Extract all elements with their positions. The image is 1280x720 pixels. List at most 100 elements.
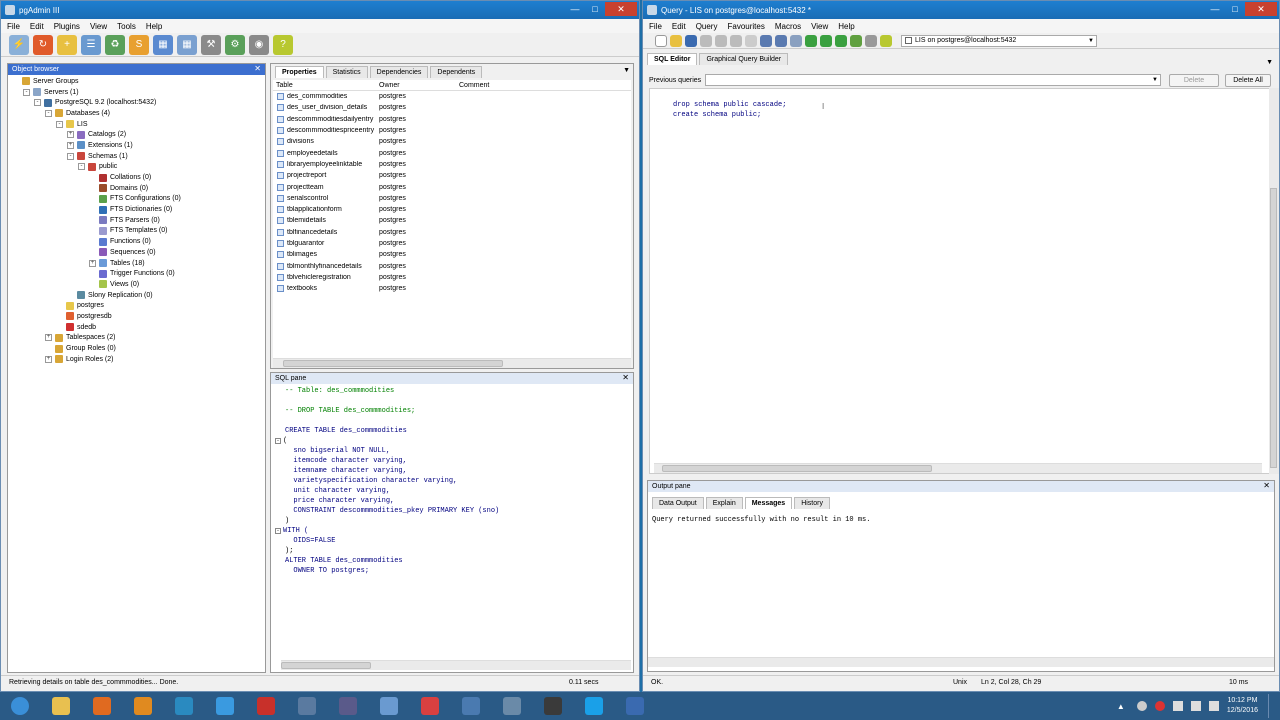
execute-to-file-icon[interactable] <box>835 34 847 47</box>
media-player-icon[interactable] <box>125 693 161 719</box>
editor-vscroll-thumb[interactable] <box>1270 188 1277 468</box>
tree-item[interactable]: Slony Replication (0) <box>12 290 265 301</box>
copy-icon[interactable] <box>715 34 727 47</box>
expand-icon[interactable]: + <box>45 355 52 363</box>
tree-item[interactable]: + Catalogs (2) <box>12 129 265 140</box>
tab-dependents[interactable]: Dependents <box>430 66 483 78</box>
tab-statistics[interactable]: Statistics <box>325 66 368 78</box>
table-row[interactable]: descommmoditiespriceentry postgres <box>273 125 631 136</box>
explain-icon[interactable] <box>850 34 862 47</box>
tree-item[interactable]: + Login Roles (2) <box>12 354 265 365</box>
skype-icon[interactable] <box>576 693 612 719</box>
menu-edit[interactable]: Edit <box>672 22 686 31</box>
collapse-icon[interactable]: - <box>34 99 41 107</box>
tree-item[interactable]: FTS Templates (0) <box>12 226 265 237</box>
redo-icon[interactable] <box>775 34 787 47</box>
cube-icon[interactable] <box>330 693 366 719</box>
tab-properties[interactable]: Properties <box>275 66 324 78</box>
tree-item[interactable]: Trigger Functions (0) <box>12 268 265 279</box>
tree-item[interactable]: postgresdb <box>12 311 265 322</box>
table-row[interactable]: des_user_division_details postgres <box>273 102 631 113</box>
find-icon[interactable] <box>790 34 802 47</box>
tree-item[interactable]: - public <box>12 162 265 173</box>
show-hidden-icon[interactable]: ▲ <box>1117 702 1125 711</box>
network-icon[interactable] <box>166 693 202 719</box>
filtered-data-icon[interactable]: ▦ <box>177 34 197 55</box>
new-file-icon[interactable] <box>655 34 667 47</box>
tree-item[interactable]: + Tablespaces (2) <box>12 333 265 344</box>
tree-item[interactable]: - PostgreSQL 9.2 (localhost:5432) <box>12 97 265 108</box>
tab-menu-arrow-icon[interactable]: ▼ <box>623 67 630 74</box>
start-button[interactable] <box>2 693 38 719</box>
plugins-icon[interactable]: ⚙ <box>225 34 245 55</box>
undo-icon[interactable] <box>760 34 772 47</box>
table-row[interactable]: employeedetails postgres <box>273 147 631 158</box>
table-row[interactable]: textbooks postgres <box>273 283 631 294</box>
volume-tray-icon[interactable] <box>1208 701 1219 711</box>
table-row[interactable]: descommmoditiesdailyentry postgres <box>273 114 631 125</box>
properties-hscroll-thumb[interactable] <box>283 360 503 367</box>
output-hscrollbar[interactable] <box>648 657 1274 667</box>
sql-icon[interactable]: S <box>129 34 149 55</box>
app-red-icon[interactable] <box>248 693 284 719</box>
table-row[interactable]: tblmonthlyfinancedetails postgres <box>273 260 631 271</box>
close-icon[interactable]: ✕ <box>605 2 637 16</box>
close-icon[interactable]: ✕ <box>254 64 261 73</box>
tree-item[interactable]: - LIS <box>12 119 265 130</box>
table-row[interactable]: projectreport postgres <box>273 170 631 181</box>
tree-item[interactable]: Functions (0) <box>12 236 265 247</box>
tree-item[interactable]: FTS Dictionaries (0) <box>12 204 265 215</box>
editor-hscroll-thumb[interactable] <box>662 465 932 472</box>
menu-file[interactable]: File <box>649 22 662 31</box>
tree-item[interactable]: Domains (0) <box>12 183 265 194</box>
properties-icon[interactable]: ☰ <box>81 34 101 55</box>
table-row[interactable]: tblimages postgres <box>273 249 631 260</box>
tree-item[interactable]: Collations (0) <box>12 172 265 183</box>
tab-graphical-query-builder[interactable]: Graphical Query Builder <box>699 53 789 65</box>
properties-hscrollbar[interactable] <box>273 358 631 368</box>
link-icon[interactable] <box>617 693 653 719</box>
firefox-icon[interactable] <box>84 693 120 719</box>
close-icon[interactable]: ✕ <box>622 373 629 382</box>
sql-editor[interactable]: drop schema public cascade; create schema… <box>649 88 1275 474</box>
tab-menu-arrow-icon[interactable]: ▼ <box>1266 59 1273 66</box>
column-table[interactable]: Table <box>273 82 379 89</box>
tab-explain[interactable]: Explain <box>705 497 743 509</box>
menu-tools[interactable]: Tools <box>117 22 136 31</box>
pgadmin-titlebar[interactable]: pgAdmin III — □ ✕ <box>1 1 639 19</box>
tree-item[interactable]: Views (0) <box>12 279 265 290</box>
tree-item[interactable]: FTS Parsers (0) <box>12 215 265 226</box>
close-icon[interactable]: ✕ <box>1263 481 1270 490</box>
tab-data-output[interactable]: Data Output <box>652 497 704 509</box>
menu-query[interactable]: Query <box>696 22 718 31</box>
fold-icon[interactable]: - <box>275 528 281 534</box>
maximize-icon[interactable]: □ <box>1225 2 1245 16</box>
collapse-icon[interactable]: - <box>78 163 85 171</box>
execute-icon[interactable] <box>805 34 817 47</box>
table-row[interactable]: divisions postgres <box>273 136 631 147</box>
collapse-icon[interactable]: - <box>23 88 30 96</box>
table-row[interactable]: tblapplicationform postgres <box>273 204 631 215</box>
table-row[interactable]: projectteam postgres <box>273 181 631 192</box>
sql-editor-text[interactable]: drop schema public cascade; create schema… <box>673 100 786 120</box>
menu-plugins[interactable]: Plugins <box>54 22 80 31</box>
tree-item[interactable]: Server Groups <box>12 76 265 87</box>
table-row[interactable]: serialscontrol postgres <box>273 193 631 204</box>
connection-select[interactable]: LIS on postgres@localhost:5432 ▼ <box>901 34 1097 47</box>
minimize-icon[interactable]: — <box>565 2 585 16</box>
figure-icon[interactable] <box>535 693 571 719</box>
table-row[interactable]: tblfinancedetails postgres <box>273 227 631 238</box>
menu-edit[interactable]: Edit <box>30 22 44 31</box>
view-data-icon[interactable]: ▦ <box>153 34 173 55</box>
tab-dependencies[interactable]: Dependencies <box>369 66 429 78</box>
table-row[interactable]: tblguarantor postgres <box>273 238 631 249</box>
delete-icon[interactable]: ♻ <box>105 34 125 55</box>
computer-icon[interactable] <box>453 693 489 719</box>
sql-hscroll-thumb[interactable] <box>281 662 371 669</box>
maximize-icon[interactable]: □ <box>585 2 605 16</box>
connect-icon[interactable]: ⚡ <box>9 34 29 55</box>
open-icon[interactable] <box>670 34 682 47</box>
tree-item[interactable]: + Extensions (1) <box>12 140 265 151</box>
antivirus-tray-icon[interactable] <box>1154 701 1165 711</box>
column-owner[interactable]: Owner <box>379 82 459 89</box>
